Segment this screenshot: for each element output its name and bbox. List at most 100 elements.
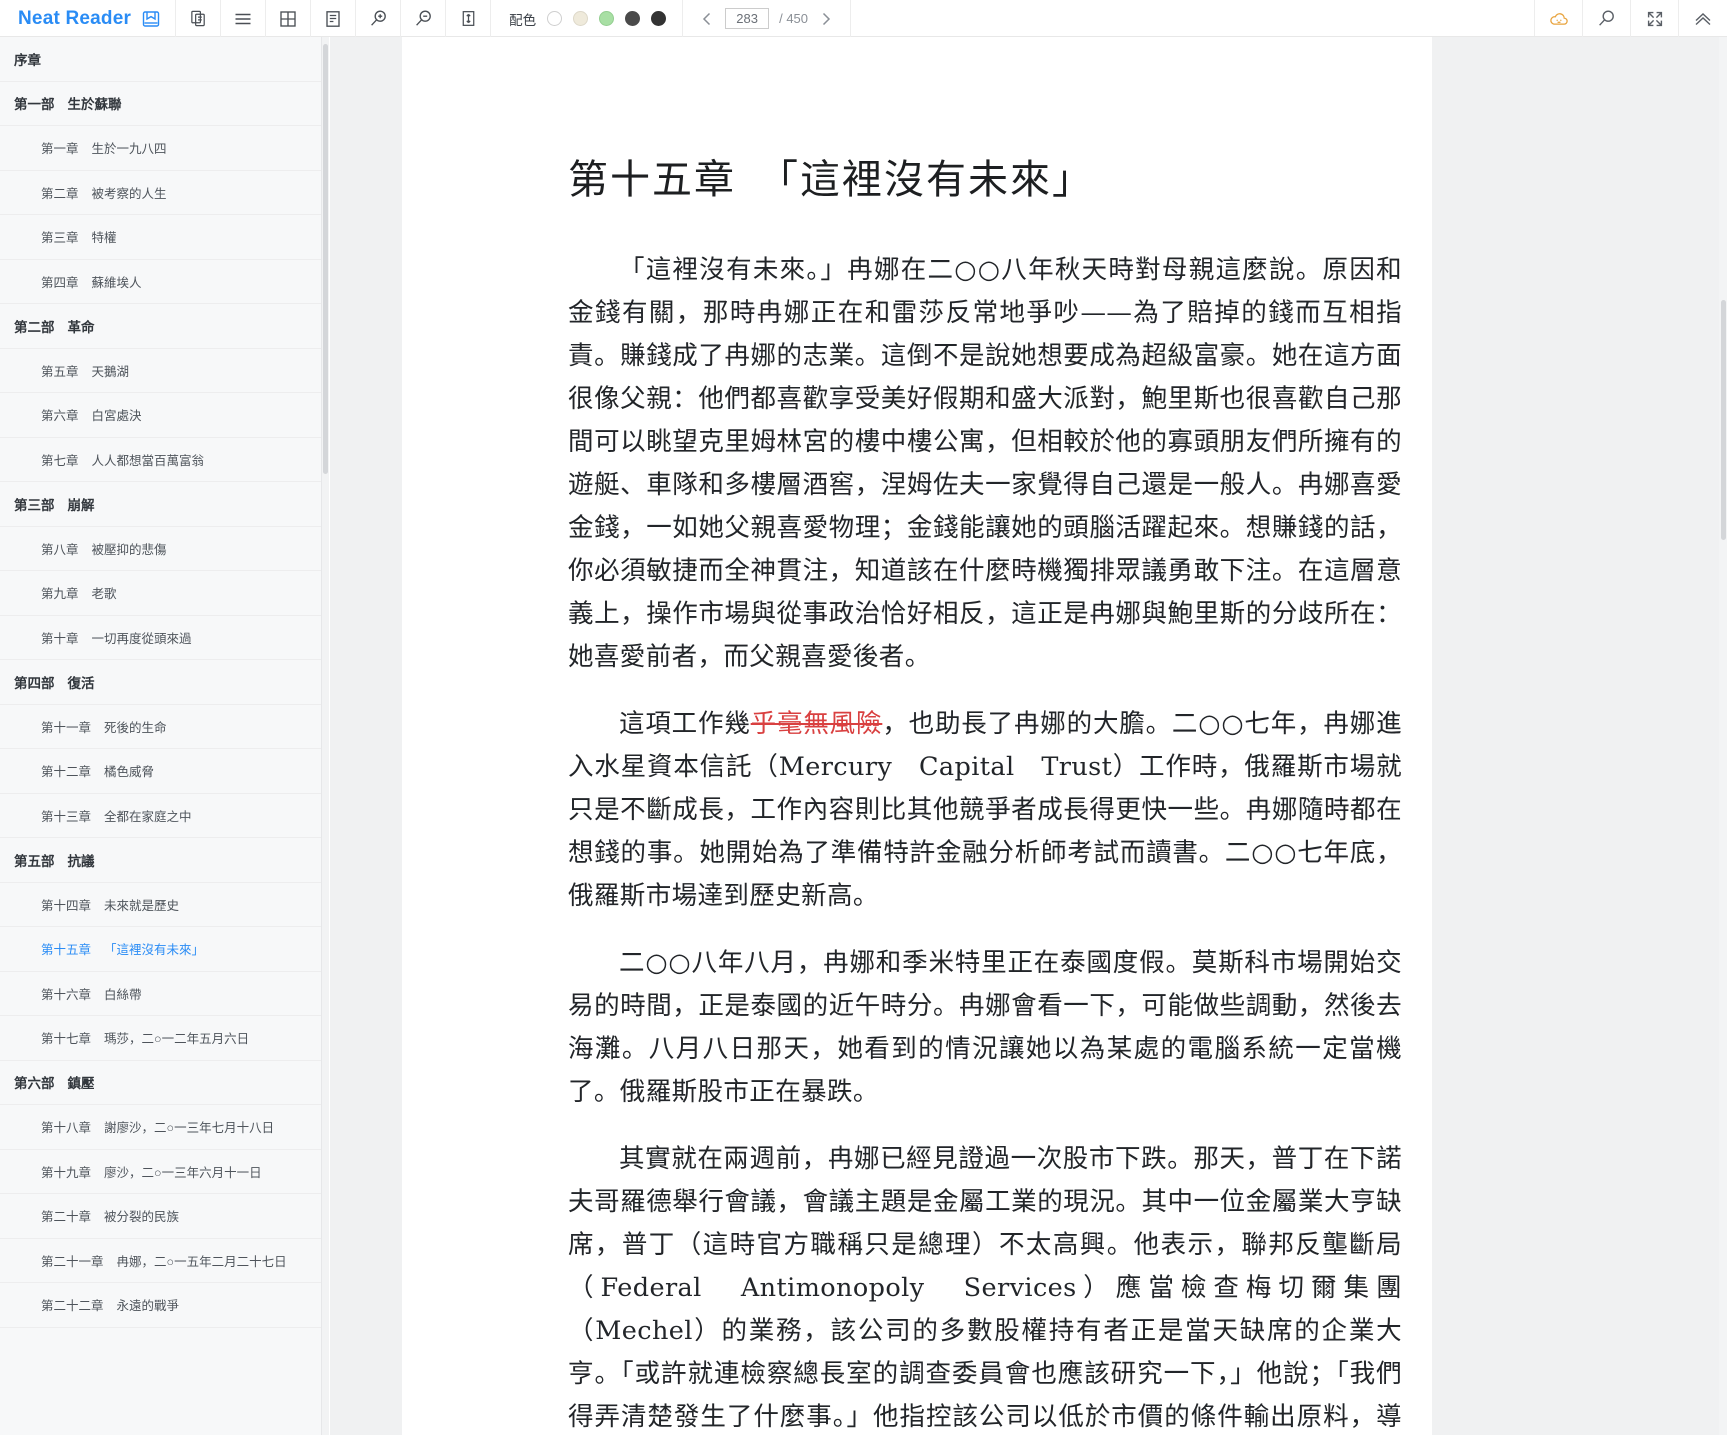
toc-item-title: 未來就是歷史 bbox=[104, 898, 180, 913]
toc-list: 序章 第一部 生於蘇聯 第一章 生於一九八四 第二章 被考察的人生 第三章 特權 第四章 蘇維埃人第… bbox=[0, 37, 321, 1328]
toc-item[interactable]: 第十二章 橘色威脅 bbox=[0, 749, 321, 794]
toc-item[interactable]: 第二十章 被分裂的民族 bbox=[0, 1194, 321, 1239]
swatch-green[interactable] bbox=[599, 11, 615, 26]
pager-group: / 450 bbox=[683, 0, 852, 37]
sidebar-scrollbar-thumb[interactable] bbox=[323, 44, 328, 474]
toc-item-title: 被分裂的民族 bbox=[104, 1210, 180, 1225]
page-body: 第十五章 「這裡沒有未來」 「這裡沒有未來。」冉娜在二○○八年秋天時對母親這麼說… bbox=[402, 37, 1432, 1435]
zoom-in-icon[interactable] bbox=[356, 0, 402, 37]
toc-item-number: 第九章 bbox=[41, 587, 79, 602]
toc-item-title: 老歌 bbox=[91, 587, 117, 602]
toc-item[interactable]: 第二十二章 永遠的戰爭 bbox=[0, 1283, 321, 1328]
swatch-sepia[interactable] bbox=[573, 11, 589, 26]
grid-layout-icon[interactable] bbox=[266, 0, 312, 37]
toc-item-title: 全都在家庭之中 bbox=[104, 809, 192, 824]
toc-item-title: 謝廖沙，二○一三年七月十八日 bbox=[104, 1121, 275, 1136]
menu-lines-icon[interactable] bbox=[221, 0, 267, 37]
toolbar-right-group bbox=[1534, 0, 1727, 37]
toc-item-number: 第六部 bbox=[14, 1076, 55, 1092]
strikethrough-annotation[interactable]: 乎毫無風險 bbox=[751, 709, 883, 739]
toc-item-number: 第十八章 bbox=[41, 1121, 92, 1136]
toc-item[interactable]: 第一部 生於蘇聯 bbox=[0, 82, 321, 126]
toc-item-title: 永遠的戰爭 bbox=[116, 1299, 180, 1314]
line-height-icon[interactable] bbox=[446, 0, 492, 37]
toc-item-number: 第八章 bbox=[41, 542, 79, 557]
fullscreen-icon[interactable] bbox=[1631, 0, 1679, 37]
color-scheme-group: 配色 bbox=[491, 0, 684, 37]
paragraph-text-after-annotation: ，也助長了冉娜的大膽。二○○七年，冉娜進入水星資本信託（Mercury Capi… bbox=[568, 709, 1402, 911]
toc-item-title: 抗議 bbox=[67, 853, 95, 869]
zoom-out-icon[interactable] bbox=[401, 0, 447, 37]
toc-item-title: 白宮處決 bbox=[91, 409, 142, 424]
library-save-icon[interactable] bbox=[141, 9, 161, 29]
toc-item-number: 第三章 bbox=[41, 231, 79, 246]
cloud-sync-icon[interactable] bbox=[1535, 0, 1583, 37]
toc-item-title: 被壓抑的悲傷 bbox=[91, 542, 167, 557]
toc-item[interactable]: 第八章 被壓抑的悲傷 bbox=[0, 527, 321, 571]
prev-page-button[interactable] bbox=[699, 10, 715, 28]
search-icon[interactable] bbox=[1583, 0, 1631, 37]
reader-scrollbar-track[interactable] bbox=[1719, 37, 1727, 1435]
toc-item[interactable]: 第二部 革命 bbox=[0, 304, 321, 349]
toc-item-number: 第二十一章 bbox=[41, 1254, 104, 1269]
toc-item-title: 瑪莎，二○一二年五月六日 bbox=[104, 1032, 250, 1047]
toc-item-number: 第一部 bbox=[14, 97, 55, 113]
toc-item[interactable]: 序章 bbox=[0, 37, 321, 82]
toc-item[interactable]: 第五章 天鵝湖 bbox=[0, 349, 321, 393]
paragraph-text-before-annotation: 這項工作幾 bbox=[619, 709, 751, 739]
body-paragraph: 這項工作幾乎毫無風險，也助長了冉娜的大膽。二○○七年，冉娜進入水星資本信託（Me… bbox=[568, 703, 1402, 918]
toc-item[interactable]: 第九章 老歌 bbox=[0, 571, 321, 616]
toc-item[interactable]: 第四部 復活 bbox=[0, 660, 321, 705]
brand-area[interactable]: Neat Reader bbox=[0, 0, 177, 37]
toc-item[interactable]: 第四章 蘇維埃人 bbox=[0, 260, 321, 304]
toc-item-title: 復活 bbox=[67, 675, 95, 691]
toc-item[interactable]: 第十三章 全都在家庭之中 bbox=[0, 794, 321, 838]
toc-item-number: 第十六章 bbox=[41, 987, 92, 1002]
page-total-label: / 450 bbox=[779, 11, 809, 26]
toc-item[interactable]: 第五部 抗議 bbox=[0, 838, 321, 883]
toc-item-title: 白絲帶 bbox=[104, 987, 142, 1002]
toc-item[interactable]: 第三部 崩解 bbox=[0, 482, 321, 527]
page-number-input[interactable] bbox=[725, 8, 770, 29]
toc-item-number: 第六章 bbox=[41, 409, 79, 424]
swatch-black[interactable] bbox=[651, 11, 667, 26]
toc-item-title: 廖沙，二○一三年六月十一日 bbox=[104, 1165, 262, 1180]
swatch-white[interactable] bbox=[547, 11, 563, 26]
toc-item-active[interactable]: 第十五章 「這裡沒有未來」 bbox=[0, 927, 321, 972]
toc-item-title: 冉娜，二○一五年二月二十七日 bbox=[116, 1254, 287, 1269]
view-tools-group bbox=[176, 0, 492, 37]
toc-item[interactable]: 第十八章 謝廖沙，二○一三年七月十八日 bbox=[0, 1105, 321, 1150]
toc-item-number: 第十三章 bbox=[41, 809, 92, 824]
toc-item-number: 第十二章 bbox=[41, 765, 92, 780]
toc-item[interactable]: 第六部 鎮壓 bbox=[0, 1061, 321, 1105]
toc-item-title: 「這裡沒有未來」 bbox=[104, 943, 205, 958]
toc-item[interactable]: 第二章 被考察的人生 bbox=[0, 171, 321, 215]
toc-item[interactable]: 第三章 特權 bbox=[0, 215, 321, 260]
toc-item[interactable]: 第十七章 瑪莎，二○一二年五月六日 bbox=[0, 1016, 321, 1061]
toc-item-title: 橘色威脅 bbox=[104, 765, 155, 780]
toc-item[interactable]: 第十四章 未來就是歷史 bbox=[0, 883, 321, 927]
table-of-contents-sidebar[interactable]: 序章 第一部 生於蘇聯 第一章 生於一九八四 第二章 被考察的人生 第三章 特權 第四章 蘇維埃人第… bbox=[0, 37, 322, 1435]
toc-item[interactable]: 第一章 生於一九八四 bbox=[0, 126, 321, 171]
toc-item-number: 第一章 bbox=[41, 142, 79, 157]
toc-item[interactable]: 第六章 白宮處決 bbox=[0, 393, 321, 438]
color-scheme-label: 配色 bbox=[509, 12, 537, 28]
copy-pages-icon[interactable] bbox=[176, 0, 222, 37]
toc-item-title: 鎮壓 bbox=[67, 1076, 95, 1092]
toc-item[interactable]: 第七章 人人都想當百萬富翁 bbox=[0, 438, 321, 482]
toc-item[interactable]: 第十一章 死後的生命 bbox=[0, 705, 321, 749]
toc-item-number: 第二章 bbox=[41, 186, 79, 201]
next-page-button[interactable] bbox=[818, 10, 834, 28]
reader-scrollbar-thumb[interactable] bbox=[1720, 300, 1726, 540]
swatch-dark-gray[interactable] bbox=[625, 11, 641, 26]
toc-item-number: 第十七章 bbox=[41, 1032, 92, 1047]
toc-item[interactable]: 第二十一章 冉娜，二○一五年二月二十七日 bbox=[0, 1239, 321, 1283]
notes-icon[interactable] bbox=[311, 0, 357, 37]
toc-item-title: 崩解 bbox=[67, 497, 95, 513]
toc-item-number: 第五章 bbox=[41, 364, 79, 379]
toc-item[interactable]: 第十九章 廖沙，二○一三年六月十一日 bbox=[0, 1150, 321, 1194]
collapse-up-icon[interactable] bbox=[1679, 0, 1727, 37]
toc-item-title: 死後的生命 bbox=[104, 720, 167, 735]
toc-item[interactable]: 第十章 一切再度從頭來過 bbox=[0, 616, 321, 660]
toc-item[interactable]: 第十六章 白絲帶 bbox=[0, 972, 321, 1016]
